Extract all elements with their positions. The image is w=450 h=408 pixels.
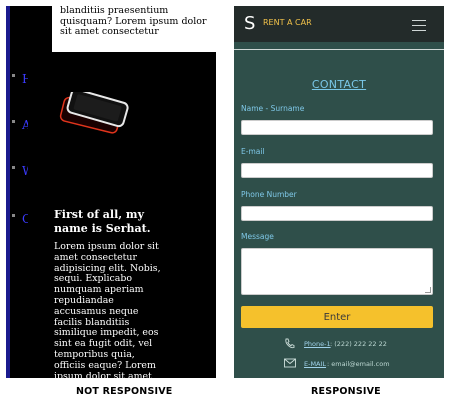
- phone-link[interactable]: Phone-1: [304, 340, 331, 348]
- brand-logo[interactable]: S: [244, 13, 255, 34]
- top-navbar: S RENT A CAR: [234, 6, 444, 42]
- smartphones-image: [59, 92, 129, 134]
- not-responsive-screenshot: Ho Ab Wi Co blanditiis praesentium quisq…: [6, 6, 216, 378]
- intro-heading: First of all, my name is Serhat.: [54, 208, 151, 235]
- envelope-icon: [284, 358, 296, 368]
- hamburger-menu-icon[interactable]: [412, 19, 426, 31]
- not-responsive-caption: NOT RESPONSIVE: [76, 386, 173, 397]
- resize-handle[interactable]: [425, 287, 431, 293]
- nav-bullet: [12, 120, 15, 123]
- name-label: Name - Surname: [241, 104, 305, 113]
- email-field[interactable]: [241, 163, 433, 178]
- intro-body: Lorem ipsum dolor sit amet consectetur a…: [54, 241, 161, 378]
- email-value: : email@email.com: [327, 360, 390, 368]
- phone-label: Phone Number: [241, 190, 297, 199]
- nav-bullet: [12, 214, 15, 217]
- hero-section: First of all, my name is Serhat. Lorem i…: [28, 52, 216, 378]
- brand-name[interactable]: RENT A CAR: [263, 18, 312, 27]
- message-label: Message: [241, 232, 274, 241]
- name-surname-field[interactable]: [241, 120, 433, 135]
- page-edge: [6, 6, 10, 378]
- message-textarea[interactable]: [241, 248, 433, 295]
- enter-button[interactable]: Enter: [241, 306, 433, 328]
- nav-bullet: [12, 166, 15, 169]
- nav-bullet: [12, 74, 15, 77]
- phone-value: : (222) 222 22 22: [330, 340, 387, 348]
- overflow-text-card: blanditiis praesentium quisquam? Lorem i…: [52, 6, 216, 52]
- email-link[interactable]: E-MAIL: [304, 360, 326, 368]
- responsive-screenshot: S RENT A CAR CONTACT Name - Surname E-ma…: [234, 6, 444, 378]
- phone-icon: [285, 338, 295, 349]
- contact-title[interactable]: CONTACT: [234, 78, 444, 91]
- email-label: E-mail: [241, 147, 265, 156]
- overflow-text: blanditiis praesentium quisquam? Lorem i…: [60, 6, 207, 37]
- phone-number-field[interactable]: [241, 206, 433, 221]
- responsive-caption: RESPONSIVE: [311, 386, 381, 397]
- divider: [234, 49, 444, 50]
